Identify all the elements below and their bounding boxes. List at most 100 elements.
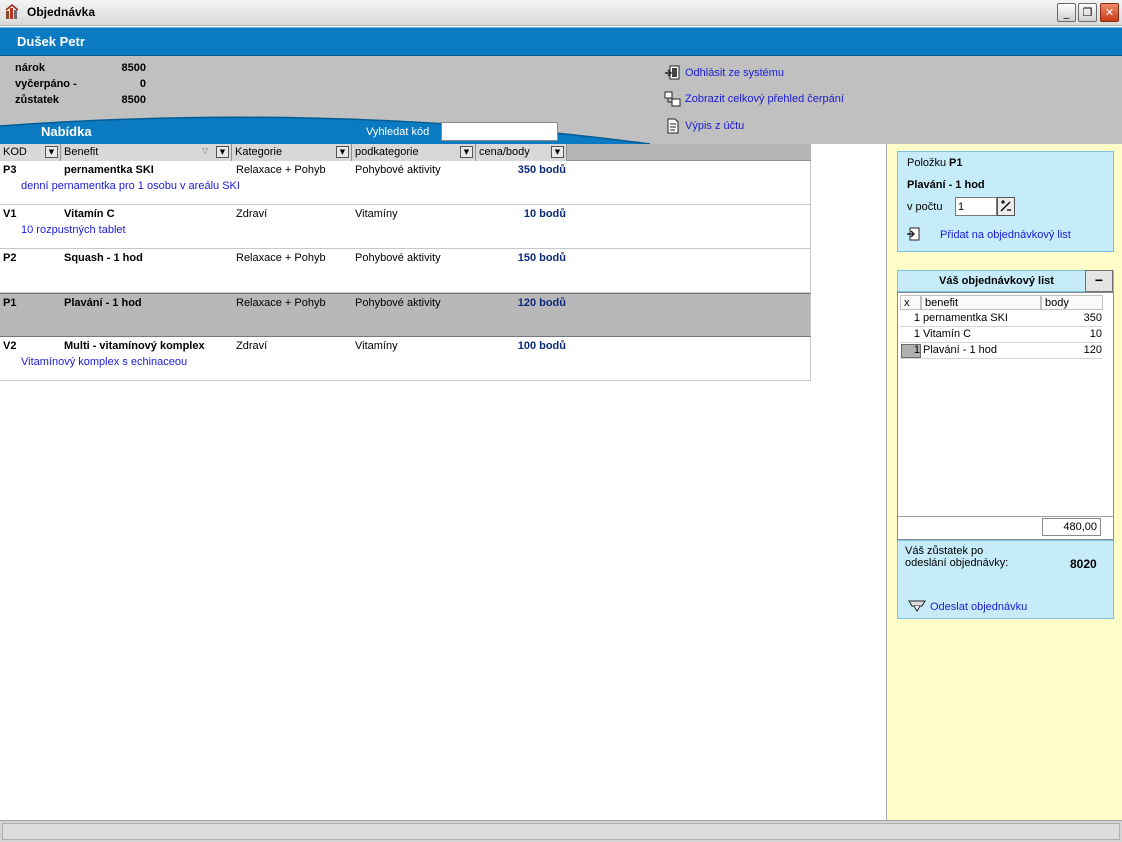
- send-order-label: Odeslat objednávku: [930, 601, 1028, 613]
- dropdown-arrow-icon[interactable]: ▼: [45, 146, 58, 158]
- order-row-qty: 1: [913, 328, 920, 340]
- stat-label-narok: nárok: [15, 62, 45, 74]
- row-benefit: Multi - vitamínový komplex: [64, 340, 205, 352]
- overview-icon: [664, 91, 681, 107]
- row-category: Relaxace + Pohyb: [236, 297, 326, 309]
- balance-value: 8020: [1070, 557, 1097, 571]
- order-row-qty: 1: [913, 312, 920, 324]
- column-header-cena[interactable]: cena/body ▼: [476, 144, 567, 161]
- dropdown-arrow-icon[interactable]: ▼: [216, 146, 229, 158]
- restore-button[interactable]: ❐: [1078, 3, 1097, 22]
- order-header-label: x: [904, 297, 910, 309]
- send-order-button[interactable]: Odeslat objednávku: [908, 598, 1038, 616]
- column-header-label: Benefit: [64, 146, 99, 158]
- order-column-header-body: body: [1041, 295, 1103, 310]
- balance-label-line1: Váš zůstatek po: [905, 545, 984, 557]
- row-category: Zdraví: [236, 340, 268, 352]
- order-list-title: Váš objednávkový list: [939, 275, 1054, 287]
- order-list-header: Váš objednávkový list: [897, 270, 1114, 292]
- item-name: Plavání - 1 hod: [907, 179, 985, 191]
- status-bar-panel: [2, 823, 1120, 840]
- stat-value-zustatek: 8500: [121, 94, 146, 106]
- row-description: 10 rozpustných tablet: [21, 224, 126, 236]
- order-row-points: 350: [1083, 312, 1102, 324]
- row-price: 150 bodů: [517, 252, 566, 264]
- row-price: 350 bodů: [517, 164, 566, 176]
- quantity-label: v počtu: [907, 201, 943, 213]
- balance-after-order-box: Váš zůstatek po odeslání objednávky: 802…: [897, 540, 1114, 619]
- order-header-label: body: [1045, 297, 1069, 309]
- overview-label: Zobrazit celkový přehled čerpání: [685, 93, 844, 105]
- row-description: Vitamínový komplex s echinaceou: [21, 356, 188, 368]
- search-code-input[interactable]: [441, 122, 558, 141]
- row-benefit: Squash - 1 hod: [64, 252, 143, 264]
- table-row[interactable]: V1 Vitamín C Zdraví Vitamíny 10 bodů 10 …: [0, 205, 811, 249]
- offer-title: Nabídka: [41, 124, 92, 139]
- column-header-kategorie[interactable]: Kategorie ▼: [232, 144, 352, 161]
- balance-label-line2: odeslání objednávky:: [905, 557, 1009, 569]
- statement-link[interactable]: Výpis z účtu: [664, 117, 754, 135]
- row-benefit: Plavání - 1 hod: [64, 297, 142, 309]
- dropdown-arrow-icon[interactable]: ▼: [336, 146, 349, 158]
- row-description: denní pernamentka pro 1 osobu v areálu S…: [21, 180, 240, 192]
- window-title: Objednávka: [27, 5, 96, 19]
- row-category: Relaxace + Pohyb: [236, 252, 326, 264]
- item-label: Položku: [907, 157, 947, 169]
- dropdown-arrow-icon[interactable]: ▼: [460, 146, 473, 158]
- offer-grid: KOD ▼ Benefit ▽ ▼ Kategorie ▼ podkategor…: [0, 144, 811, 381]
- row-code: P2: [3, 252, 17, 264]
- order-row-selected[interactable]: 1 Plavání - 1 hod 120: [900, 343, 1103, 359]
- row-subcategory: Pohybové aktivity: [355, 297, 441, 309]
- stat-label-vycerpano: vyčerpáno -: [15, 78, 77, 90]
- add-to-order-label: Přidat na objednávkový list: [940, 229, 1071, 241]
- minimize-button[interactable]: _: [1057, 3, 1076, 22]
- row-benefit: Vitamín C: [64, 208, 115, 220]
- table-row-selected[interactable]: P1 Plavání - 1 hod Relaxace + Pohyb Pohy…: [0, 293, 811, 337]
- logout-icon: [665, 65, 680, 80]
- user-header: Dušek Petr: [0, 27, 1122, 56]
- table-row[interactable]: P2 Squash - 1 hod Relaxace + Pohyb Pohyb…: [0, 249, 811, 293]
- send-icon: [908, 600, 926, 612]
- user-name: Dušek Petr: [17, 34, 85, 49]
- logout-label: Odhlásit ze systému: [685, 67, 785, 79]
- order-row-qty: 1: [913, 344, 920, 356]
- row-price: 10 bodů: [523, 208, 566, 220]
- column-header-podkategorie[interactable]: podkategorie ▼: [352, 144, 476, 161]
- add-to-list-icon: [907, 227, 920, 241]
- row-price: 120 bodů: [517, 297, 566, 309]
- order-column-header-x: x: [900, 295, 921, 310]
- stat-value-vycerpano: 0: [139, 78, 146, 90]
- status-bar: [0, 820, 1122, 842]
- column-header-label: cena/body: [479, 146, 530, 158]
- overview-link[interactable]: Zobrazit celkový přehled čerpání: [664, 90, 844, 108]
- row-subcategory: Pohybové aktivity: [355, 252, 441, 264]
- row-subcategory: Pohybové aktivity: [355, 164, 441, 176]
- statement-label: Výpis z účtu: [685, 120, 745, 132]
- quantity-calc-button[interactable]: [997, 197, 1015, 216]
- row-benefit: pernamentka SKI: [64, 164, 154, 176]
- order-row-points: 10: [1089, 328, 1102, 340]
- stat-label-zustatek: zůstatek: [15, 94, 60, 106]
- selected-item-box: Položku P1 Plavání - 1 hod v počtu Přida…: [897, 151, 1114, 252]
- order-row-benefit: pernamentka SKI: [923, 312, 1008, 324]
- logout-link[interactable]: Odhlásit ze systému: [664, 64, 804, 82]
- row-code: P3: [3, 164, 17, 176]
- table-row[interactable]: V2 Multi - vitamínový komplex Zdraví Vit…: [0, 337, 811, 381]
- column-header-kod[interactable]: KOD ▼: [0, 144, 61, 161]
- grid-header: KOD ▼ Benefit ▽ ▼ Kategorie ▼ podkategor…: [0, 144, 811, 161]
- column-header-benefit[interactable]: Benefit ▽ ▼: [61, 144, 232, 161]
- add-to-order-button[interactable]: Přidat na objednávkový list: [906, 226, 1086, 244]
- order-row[interactable]: 1 pernamentka SKI 350: [900, 311, 1103, 327]
- order-list: x benefit body 1 pernamentka SKI 350 1 V…: [897, 292, 1114, 540]
- column-header-label: KOD: [3, 146, 27, 158]
- item-code: P1: [949, 157, 963, 169]
- dropdown-arrow-icon[interactable]: ▼: [551, 146, 564, 158]
- table-row[interactable]: P3 pernamentka SKI Relaxace + Pohyb Pohy…: [0, 161, 811, 205]
- order-row[interactable]: 1 Vitamín C 10: [900, 327, 1103, 343]
- close-button[interactable]: ✕: [1100, 3, 1119, 22]
- total-divider: [898, 516, 1113, 517]
- quantity-input[interactable]: [955, 197, 997, 216]
- column-header-label: podkategorie: [355, 146, 419, 158]
- remove-item-button[interactable]: −: [1085, 270, 1113, 292]
- row-subcategory: Vitamíny: [355, 340, 398, 352]
